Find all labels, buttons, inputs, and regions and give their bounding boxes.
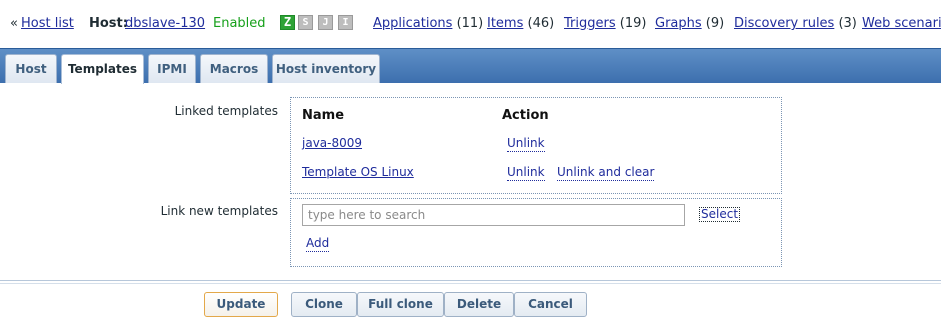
unlink-and-clear-button[interactable]: Unlink and clear xyxy=(557,165,655,181)
host-header-bar: « Host list Host: dbslave-130 Enabled Z … xyxy=(0,0,941,48)
nav-discovery-rules-label[interactable]: Discovery rules xyxy=(734,16,834,31)
host-label: Host: xyxy=(89,16,128,31)
back-arrow: « xyxy=(10,16,18,31)
host-list-link[interactable]: Host list xyxy=(21,16,74,32)
nav-graphs[interactable]: Graphs (9) xyxy=(655,16,724,32)
linked-template-name[interactable]: java-8009 xyxy=(302,136,362,150)
tab-host[interactable]: Host xyxy=(5,54,57,83)
linked-templates-label: Linked templates xyxy=(174,104,278,118)
nav-web-scenarios[interactable]: Web scenarios xyxy=(862,16,941,32)
zabbix-agent-icon: Z xyxy=(280,15,295,30)
nav-items-count: (46) xyxy=(527,16,555,31)
tab-macros[interactable]: Macros xyxy=(200,54,268,83)
snmp-icon: S xyxy=(298,15,313,30)
linked-template-name[interactable]: Template OS Linux xyxy=(302,165,414,179)
form-divider xyxy=(0,280,941,281)
tab-templates[interactable]: Templates xyxy=(61,54,144,84)
column-header-action: Action xyxy=(502,108,549,123)
nav-applications-label[interactable]: Applications xyxy=(373,16,452,31)
form-divider-secondary xyxy=(0,283,941,284)
select-button[interactable]: Select xyxy=(699,207,741,222)
unlink-button[interactable]: Unlink xyxy=(507,136,545,152)
nav-graphs-label[interactable]: Graphs xyxy=(655,16,702,31)
add-template-button[interactable]: Add xyxy=(306,236,330,252)
delete-button[interactable]: Delete xyxy=(444,292,514,317)
nav-items-label[interactable]: Items xyxy=(487,16,523,31)
link-new-templates-label: Link new templates xyxy=(160,204,278,218)
nav-triggers-count: (19) xyxy=(619,16,647,31)
full-clone-button[interactable]: Full clone xyxy=(357,292,444,317)
column-header-name: Name xyxy=(302,108,345,123)
nav-applications-count: (11) xyxy=(456,16,484,31)
nav-triggers-label[interactable]: Triggers xyxy=(564,16,616,31)
host-name-link[interactable]: dbslave-130 xyxy=(125,16,205,32)
clone-button[interactable]: Clone xyxy=(291,292,357,317)
nav-applications[interactable]: Applications (11) xyxy=(373,16,483,32)
nav-discovery-rules[interactable]: Discovery rules (3) xyxy=(734,16,857,32)
ipmi-icon: I xyxy=(338,15,353,30)
nav-discovery-rules-count: (3) xyxy=(838,16,857,31)
tab-bar: Host Templates IPMI Macros Host inventor… xyxy=(0,48,941,84)
host-status[interactable]: Enabled xyxy=(213,16,266,32)
template-search-input[interactable] xyxy=(302,204,685,226)
nav-graphs-count: (9) xyxy=(705,16,725,31)
linked-templates-table: Name Action java-8009 Unlink Template OS… xyxy=(290,97,782,194)
tab-host-inventory[interactable]: Host inventory xyxy=(272,54,380,83)
tab-ipmi[interactable]: IPMI xyxy=(148,54,196,83)
jmx-icon: J xyxy=(318,15,333,30)
nav-items[interactable]: Items (46) xyxy=(487,16,554,32)
unlink-button[interactable]: Unlink xyxy=(507,165,545,181)
cancel-button[interactable]: Cancel xyxy=(514,292,587,317)
update-button[interactable]: Update xyxy=(204,292,278,317)
nav-triggers[interactable]: Triggers (19) xyxy=(564,16,646,32)
